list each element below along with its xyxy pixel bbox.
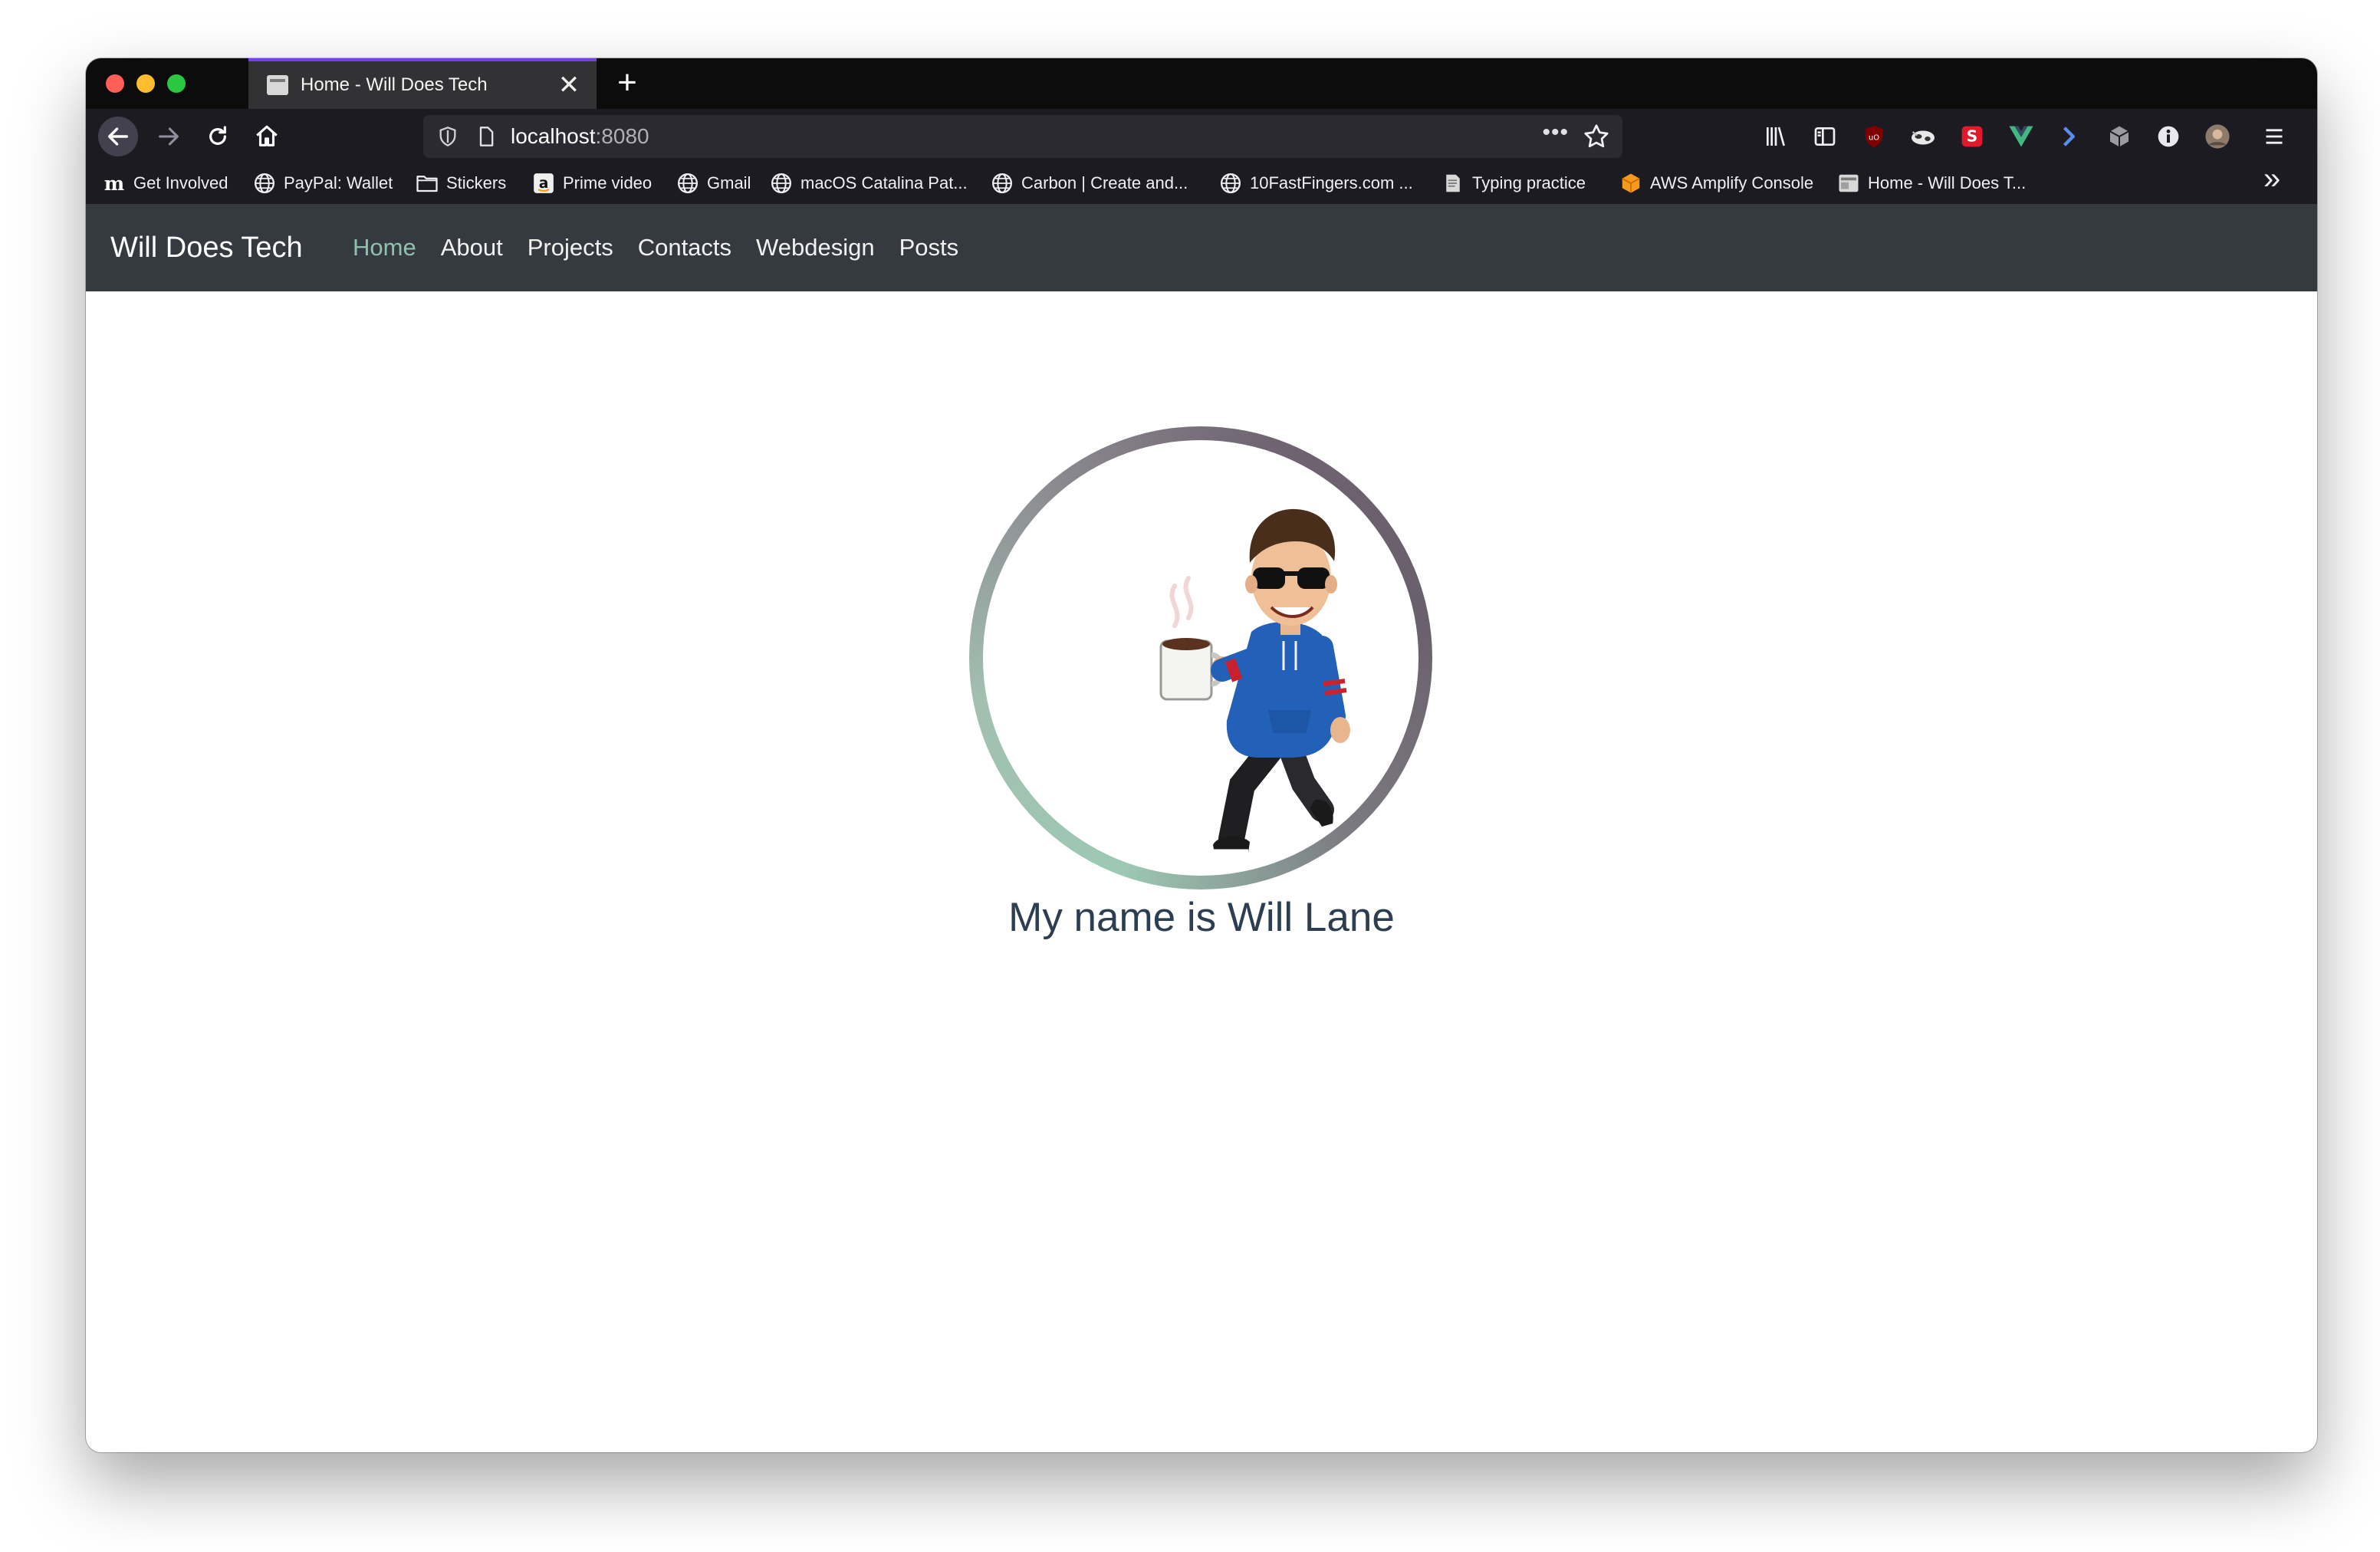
svg-text:S: S xyxy=(1967,127,1977,146)
bitmoji-coffee-character xyxy=(1159,508,1350,853)
svg-text:uO: uO xyxy=(1869,133,1879,142)
nav-link-projects[interactable]: Projects xyxy=(528,234,613,261)
vue-devtools-icon[interactable] xyxy=(2004,120,2038,153)
globe-icon xyxy=(253,172,276,195)
cube-extension-icon[interactable] xyxy=(2102,120,2136,153)
bookmark-get-involved[interactable]: m Get Involved xyxy=(103,170,228,196)
bookmark-home-will-does-tech[interactable]: Home - Will Does T... xyxy=(1837,170,2026,196)
profile-avatar-icon[interactable] xyxy=(2201,120,2234,153)
bookmarks-toolbar: m Get Involved PayPal: Wallet Stickers a… xyxy=(86,162,2317,204)
tracking-shield-icon[interactable] xyxy=(437,126,459,147)
profile-avatar-ring xyxy=(969,426,1432,889)
s-extension-icon[interactable]: S xyxy=(1955,120,1989,153)
bookmark-stickers[interactable]: Stickers xyxy=(416,170,506,196)
tab-strip: Home - Will Does Tech ✕ + xyxy=(86,58,2317,109)
folder-icon xyxy=(416,172,439,195)
arrow-right-icon xyxy=(159,127,179,146)
tab-title: Home - Will Does Tech xyxy=(301,74,488,95)
bookmark-gmail[interactable]: Gmail xyxy=(676,170,751,196)
globe-icon xyxy=(676,172,699,195)
home-button[interactable] xyxy=(247,117,287,156)
back-button[interactable] xyxy=(98,117,138,156)
paper-icon xyxy=(1441,172,1464,195)
bookmark-prime-video[interactable]: a Prime video xyxy=(532,170,652,196)
nav-link-about[interactable]: About xyxy=(441,234,503,261)
forward-button[interactable] xyxy=(149,117,189,156)
sidebar-icon[interactable] xyxy=(1808,120,1842,153)
globe-icon xyxy=(770,172,793,195)
bookmark-star-icon[interactable] xyxy=(1583,123,1610,150)
svg-text:m: m xyxy=(104,173,124,193)
bookmark-typing-practice[interactable]: Typing practice xyxy=(1441,170,1586,196)
page-favicon-icon xyxy=(267,75,288,95)
bookmarks-overflow-chevron-icon[interactable]: » xyxy=(2263,162,2280,196)
close-window-button[interactable] xyxy=(106,74,124,93)
m-icon: m xyxy=(103,172,126,195)
bookmark-aws-amplify[interactable]: AWS Amplify Console xyxy=(1619,170,1813,196)
page-info-icon[interactable] xyxy=(475,125,497,148)
site-nav-links: Home About Projects Contacts Webdesign P… xyxy=(340,204,971,291)
bookmark-macos-catalina[interactable]: macOS Catalina Pat... xyxy=(770,170,968,196)
globe-icon xyxy=(991,172,1014,195)
bookmark-carbon[interactable]: Carbon | Create and... xyxy=(991,170,1188,196)
nav-link-home[interactable]: Home xyxy=(353,234,416,261)
maximize-window-button[interactable] xyxy=(167,74,186,93)
cow-extension-icon[interactable] xyxy=(1906,120,1940,153)
site-navbar: Will Does Tech Home About Projects Conta… xyxy=(86,204,2317,291)
ublock-icon[interactable]: uO xyxy=(1857,120,1891,153)
svg-text:a: a xyxy=(539,176,549,192)
nav-link-contacts[interactable]: Contacts xyxy=(638,234,731,261)
url-text[interactable]: localhost:8080 xyxy=(511,124,649,149)
nav-link-webdesign[interactable]: Webdesign xyxy=(756,234,875,261)
page-icon xyxy=(1837,172,1860,195)
minimize-window-button[interactable] xyxy=(136,74,155,93)
hamburger-menu-icon[interactable] xyxy=(2257,120,2291,153)
nav-link-posts[interactable]: Posts xyxy=(899,234,959,261)
bookmark-paypal-wallet[interactable]: PayPal: Wallet xyxy=(253,170,393,196)
new-tab-button[interactable]: + xyxy=(606,63,649,106)
navigation-toolbar: localhost:8080 ••• uO S xyxy=(86,109,2317,163)
home-icon xyxy=(256,125,278,146)
library-icon[interactable] xyxy=(1759,120,1793,153)
page-title: My name is Will Lane xyxy=(1008,895,1395,940)
reload-icon xyxy=(209,126,226,145)
aws-cube-icon xyxy=(1619,172,1642,195)
tab-close-icon[interactable]: ✕ xyxy=(554,72,584,98)
reload-button[interactable] xyxy=(198,117,238,156)
tab-home[interactable]: Home - Will Does Tech ✕ xyxy=(248,58,597,109)
site-brand[interactable]: Will Does Tech xyxy=(110,204,303,291)
bookmark-10fastfingers[interactable]: 10FastFingers.com ... xyxy=(1219,170,1413,196)
profile-avatar xyxy=(983,440,1418,876)
browser-window: Home - Will Does Tech ✕ + localhost:8080… xyxy=(86,58,2317,1452)
arrow-left-icon xyxy=(107,127,129,146)
globe-icon xyxy=(1219,172,1242,195)
amazon-icon: a xyxy=(532,172,555,195)
page-actions-menu-icon[interactable]: ••• xyxy=(1542,120,1569,146)
info-extension-icon[interactable] xyxy=(2152,120,2185,153)
arrow-extension-icon[interactable] xyxy=(2053,120,2087,153)
url-bar[interactable]: localhost:8080 ••• xyxy=(423,115,1622,158)
